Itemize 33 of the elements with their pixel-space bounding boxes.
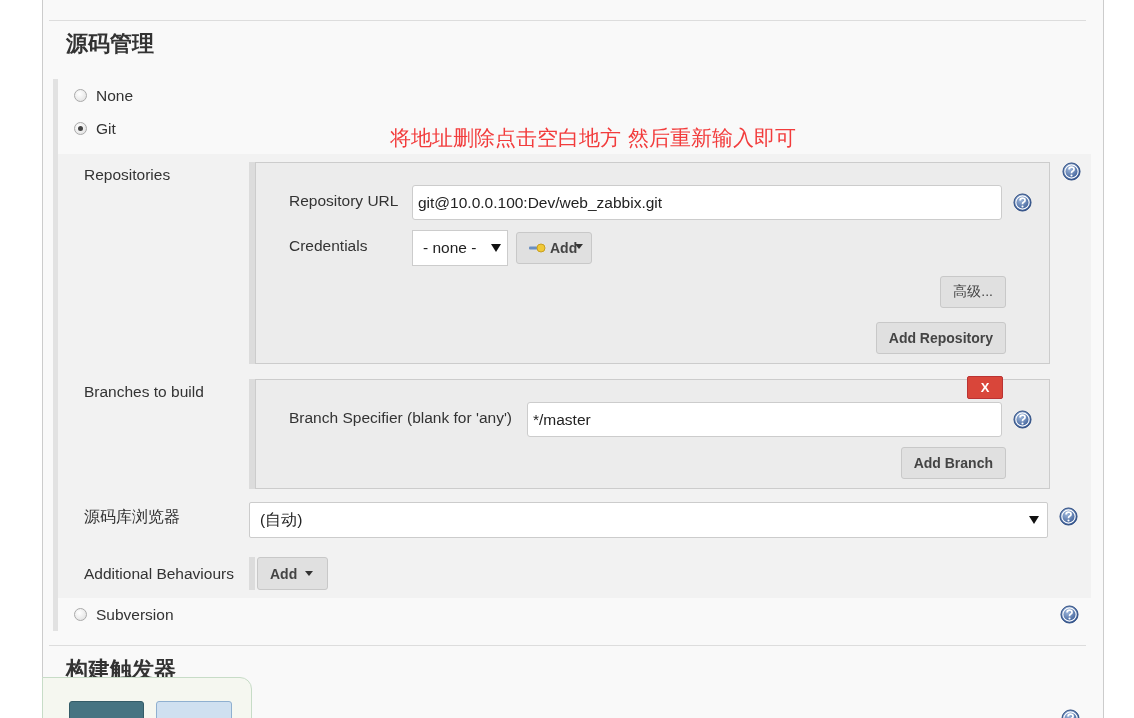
annotation-text: 将地址删除点击空白地方 然后重新输入即可 — [390, 125, 796, 152]
branch-specifier-field[interactable]: */master — [527, 402, 1002, 437]
field-label: 源码库浏览器 — [83, 507, 181, 527]
add-behaviour-button[interactable]: Add — [257, 557, 329, 590]
radio-button[interactable] — [74, 122, 87, 135]
radio-label[interactable]: Git — [96, 119, 116, 138]
radio-label[interactable]: None — [96, 86, 134, 105]
field-label: Branches to build — [83, 382, 205, 401]
help-icon[interactable] — [1060, 605, 1079, 624]
help-icon[interactable] — [1062, 162, 1081, 181]
help-icon[interactable] — [1013, 410, 1032, 429]
help-icon[interactable] — [1059, 506, 1078, 526]
caret-icon — [491, 244, 501, 252]
field-label: Repository URL — [289, 191, 400, 210]
field-label: Repositories — [83, 165, 172, 184]
repository-browser-dropdown[interactable]: (自动) — [249, 502, 1048, 538]
section-heading: 源码管理 — [66, 30, 154, 58]
field-label: Credentials — [289, 237, 369, 255]
add-repository-button[interactable]: Add Repository — [875, 322, 1006, 354]
radio-button[interactable] — [74, 89, 87, 102]
credentials-dropdown[interactable]: - none - — [412, 230, 508, 266]
delete-button[interactable]: X — [967, 376, 1003, 399]
radio-button[interactable] — [74, 608, 87, 621]
key-icon — [529, 243, 546, 253]
advanced-button[interactable]: 高级... — [940, 276, 1006, 308]
repository-url-field[interactable]: git@10.0.0.100:Dev/web_zabbix.git — [412, 185, 1002, 220]
radio-label[interactable]: Subversion — [96, 605, 174, 624]
caret-icon — [1029, 516, 1039, 524]
field-label: Additional Behaviours — [83, 564, 235, 583]
add-credentials-button[interactable]: Add — [516, 232, 593, 264]
field-label: Branch Specifier (blank for 'any') — [289, 408, 514, 427]
add-branch-button[interactable]: Add Branch — [900, 447, 1006, 479]
help-icon[interactable] — [1013, 193, 1032, 212]
